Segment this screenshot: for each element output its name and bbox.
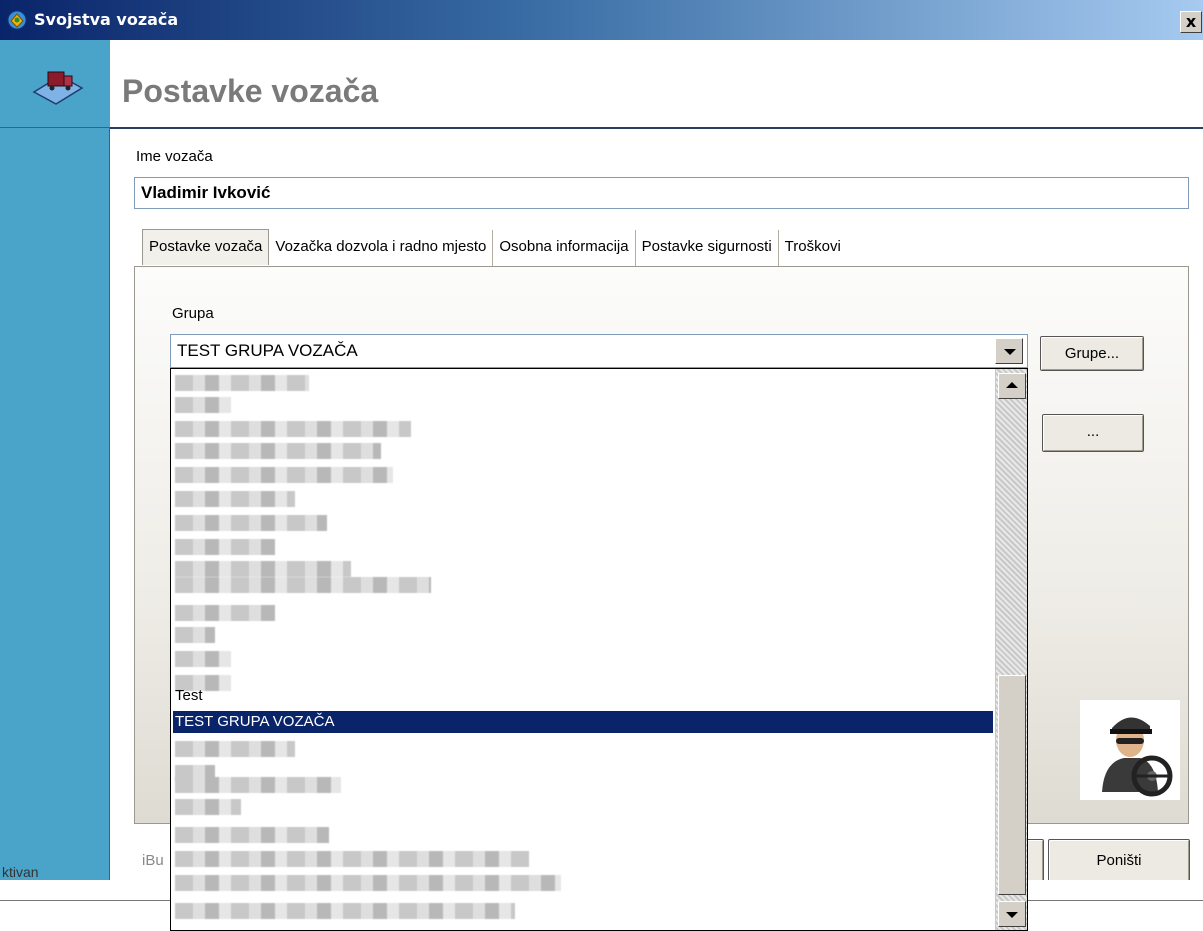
cancel-button[interactable]: Poništi [1048, 839, 1190, 883]
driver-name-label: Ime vozača [136, 148, 213, 165]
group-label: Grupa [172, 305, 214, 322]
driver-name-field[interactable]: Vladimir Ivković [134, 177, 1189, 209]
list-item[interactable] [175, 627, 215, 643]
tab-postavke-vozaca[interactable]: Postavke vozača [142, 229, 270, 265]
list-item[interactable] [175, 827, 329, 843]
list-item[interactable] [175, 397, 231, 413]
left-sidebar [0, 40, 110, 880]
list-item[interactable] [175, 651, 231, 667]
window-title: Svojstva vozača [34, 10, 179, 29]
chevron-down-icon[interactable] [995, 338, 1023, 364]
list-item[interactable] [175, 421, 411, 437]
app-icon [7, 10, 27, 30]
list-item-selected[interactable]: TEST GRUPA VOZAČA [172, 710, 994, 734]
tab-bar: Postavke vozača Vozačka dozvola i radno … [142, 229, 847, 266]
driver-avatar-icon [1080, 700, 1180, 800]
tab-osobna-informacija[interactable]: Osobna informacija [493, 230, 636, 266]
list-item[interactable] [175, 443, 381, 459]
list-item[interactable] [175, 375, 309, 391]
footer-partial-text: iBu [142, 852, 164, 869]
list-item[interactable] [175, 577, 431, 593]
list-item[interactable] [175, 515, 327, 531]
scroll-up-icon[interactable] [998, 373, 1026, 399]
close-button[interactable]: x [1180, 11, 1202, 33]
list-item[interactable] [175, 605, 275, 621]
truck-icon [32, 71, 84, 105]
groups-button[interactable]: Grupe... [1040, 336, 1144, 371]
list-item[interactable] [175, 491, 295, 507]
list-item[interactable] [175, 777, 341, 793]
group-dropdown-list[interactable]: Test TEST GRUPA VOZAČA [170, 368, 1028, 931]
scroll-thumb[interactable] [998, 675, 1026, 895]
list-item[interactable] [175, 903, 515, 919]
window-titlebar: Svojstva vozača x [0, 0, 1203, 40]
close-icon: x [1185, 12, 1197, 31]
tab-troskovi[interactable]: Troškovi [779, 230, 847, 266]
dropdown-scrollbar[interactable] [995, 369, 1027, 930]
header-divider [110, 127, 1203, 129]
list-item[interactable] [175, 561, 351, 577]
list-item[interactable] [175, 741, 295, 757]
list-item[interactable] [175, 539, 275, 555]
scroll-down-icon[interactable] [998, 901, 1026, 927]
status-text: ktivan [2, 864, 39, 880]
group-select[interactable]: TEST GRUPA VOZAČA [170, 334, 1028, 368]
more-button[interactable]: ... [1042, 414, 1144, 452]
list-item[interactable] [175, 799, 241, 815]
list-item[interactable] [175, 851, 529, 867]
page-title: Postavke vozača [122, 73, 379, 109]
tab-postavke-sigurnosti[interactable]: Postavke sigurnosti [636, 230, 779, 266]
list-item[interactable] [175, 467, 393, 483]
list-item-test[interactable]: Test [173, 685, 993, 707]
list-item[interactable] [175, 875, 561, 891]
tab-vozacka-dozvola[interactable]: Vozačka dozvola i radno mjesto [269, 230, 494, 266]
